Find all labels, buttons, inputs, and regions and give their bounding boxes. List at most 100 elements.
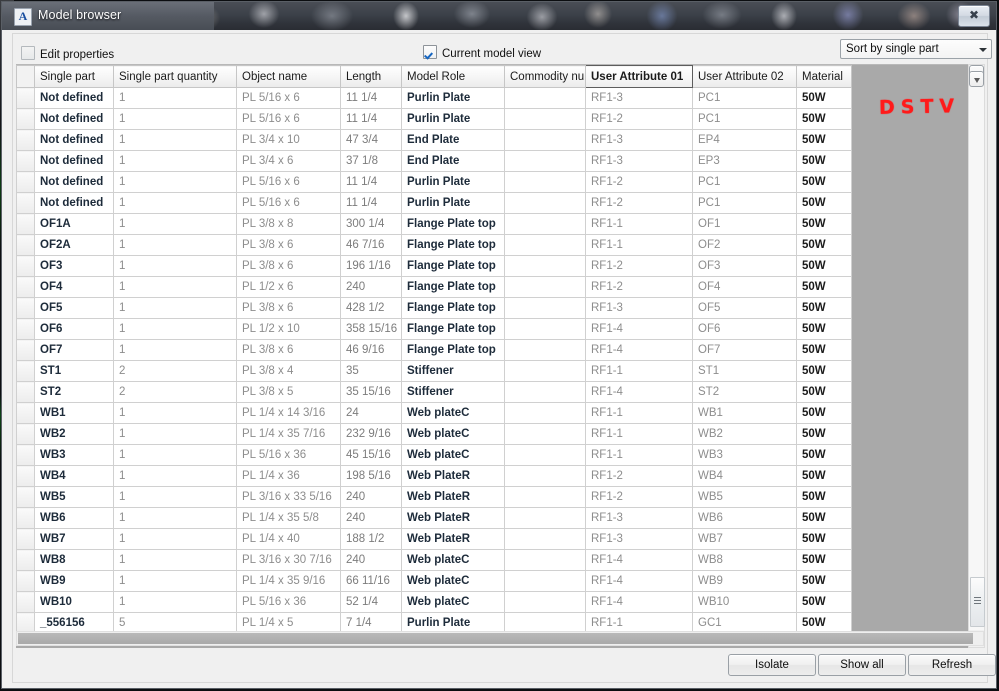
column-header-object-name[interactable]: Object name xyxy=(236,65,341,88)
row-selector-cell[interactable] xyxy=(16,318,35,340)
row-selector-cell[interactable] xyxy=(16,360,35,382)
column-header-single-part[interactable]: Single part xyxy=(34,65,114,88)
cell-object-name: PL 3/8 x 8 xyxy=(236,213,341,235)
table-row[interactable]: WB8 1 PL 3/16 x 30 7/16 240 Web plateC RF1-4 W… xyxy=(16,549,852,571)
cell-material: 50W xyxy=(796,360,852,382)
row-selector-cell[interactable] xyxy=(16,444,35,466)
table-row[interactable]: WB4 1 PL 1/4 x 36 198 5/16 Web PlateR RF1-2 WB… xyxy=(16,465,852,487)
vertical-scrollbar-track[interactable] xyxy=(969,82,984,630)
cell-object-name: PL 3/8 x 6 xyxy=(236,234,341,256)
row-selector-cell[interactable] xyxy=(16,297,35,319)
table-row[interactable]: WB10 1 PL 5/16 x 36 52 1/4 Web plateC RF1-4 WB… xyxy=(16,591,852,613)
cell-commodity-nu xyxy=(504,213,586,235)
column-header-model-role[interactable]: Model Role xyxy=(401,65,505,88)
row-selector-cell[interactable] xyxy=(16,150,35,172)
row-selector-cell[interactable] xyxy=(16,255,35,277)
row-selector-cell[interactable] xyxy=(16,423,35,445)
column-header-single-part-quantity[interactable]: Single part quantity xyxy=(113,65,237,88)
row-selector-cell[interactable] xyxy=(16,570,35,592)
cell-user-attribute-02: ST1 xyxy=(692,360,797,382)
row-selector-cell[interactable] xyxy=(16,465,35,487)
table-row[interactable]: OF6 1 PL 1/2 x 10 358 15/16 Flange Plate top… xyxy=(16,318,852,340)
table-row[interactable]: Not defined 1 PL 5/16 x 6 11 1/4 Purlin Plat… xyxy=(16,192,852,214)
row-selector-cell[interactable] xyxy=(16,507,35,529)
row-selector-cell[interactable] xyxy=(16,171,35,193)
table-row[interactable]: Not defined 1 PL 5/16 x 6 11 1/4 Purlin Plat… xyxy=(16,87,852,109)
column-header-length[interactable]: Length xyxy=(340,65,402,88)
title-bar[interactable]: A Model browser ✖ xyxy=(2,2,996,30)
cell-object-name: PL 5/16 x 6 xyxy=(236,192,341,214)
row-selector-cell[interactable] xyxy=(16,339,35,361)
row-selector-cell[interactable] xyxy=(16,129,35,151)
column-header-select[interactable] xyxy=(16,65,35,88)
table-row[interactable]: Not defined 1 PL 3/4 x 10 47 3/4 End Plate RF… xyxy=(16,129,852,151)
row-selector-cell[interactable] xyxy=(16,108,35,130)
table-row[interactable]: WB6 1 PL 1/4 x 35 5/8 240 Web PlateR RF1-3 WB6… xyxy=(16,507,852,529)
cell-single-part: WB6 xyxy=(34,507,114,529)
edit-properties-checkbox[interactable]: Edit properties xyxy=(21,46,114,61)
cell-model-role: End Plate xyxy=(401,129,505,151)
table-row[interactable]: Not defined 1 PL 5/16 x 6 11 1/4 Purlin Plat… xyxy=(16,171,852,193)
parts-grid-container[interactable]: Single part Single part quantity Object … xyxy=(16,64,984,648)
column-header-commodity-nu[interactable]: Commodity nu xyxy=(504,65,586,88)
table-row[interactable]: OF2A 1 PL 3/8 x 6 46 7/16 Flange Plate top RF… xyxy=(16,234,852,256)
row-selector-cell[interactable] xyxy=(16,486,35,508)
table-row[interactable]: OF1A 1 PL 3/8 x 8 300 1/4 Flange Plate top RF… xyxy=(16,213,852,235)
table-row[interactable]: OF7 1 PL 3/8 x 6 46 9/16 Flange Plate top RF1… xyxy=(16,339,852,361)
cell-length: 45 15/16 xyxy=(340,444,402,466)
row-selector-cell[interactable] xyxy=(16,381,35,403)
column-header-user-attribute-02[interactable]: User Attribute 02 xyxy=(692,65,797,88)
row-selector-cell[interactable] xyxy=(16,213,35,235)
scroll-down-icon[interactable] xyxy=(969,71,984,87)
row-selector-cell[interactable] xyxy=(16,402,35,424)
column-header-user-attribute-01[interactable]: User Attribute 01 xyxy=(585,65,693,88)
current-model-view-checkbox[interactable]: Current model view xyxy=(423,45,541,60)
show-all-button[interactable]: Show all xyxy=(818,654,906,676)
close-icon[interactable]: ✖ xyxy=(958,5,990,27)
cell-material: 50W xyxy=(796,528,852,550)
table-row[interactable]: WB1 1 PL 1/4 x 14 3/16 24 Web plateC RF1-1 WB1… xyxy=(16,402,852,424)
row-selector-cell[interactable] xyxy=(16,192,35,214)
table-row[interactable]: WB9 1 PL 1/4 x 35 9/16 66 11/16 Web plateC RF… xyxy=(16,570,852,592)
cell-user-attribute-02: WB10 xyxy=(692,591,797,613)
cell-user-attribute-02: WB2 xyxy=(692,423,797,445)
table-row[interactable]: Not defined 1 PL 3/4 x 6 37 1/8 End Plate RF1… xyxy=(16,150,852,172)
cell-material: 50W xyxy=(796,591,852,613)
table-row[interactable]: WB2 1 PL 1/4 x 35 7/16 232 9/16 Web plateC RF… xyxy=(16,423,852,445)
vertical-scrollbar-thumb[interactable] xyxy=(970,577,985,627)
cell-user-attribute-01: RF1-3 xyxy=(585,507,693,529)
row-selector-cell[interactable] xyxy=(16,276,35,298)
horizontal-scrollbar-thumb[interactable] xyxy=(18,633,973,644)
cell-user-attribute-01: RF1-1 xyxy=(585,444,693,466)
row-selector-cell[interactable] xyxy=(16,87,35,109)
table-row[interactable]: ST1 2 PL 3/8 x 4 35 Stiffener RF1-1 ST1 50W xyxy=(16,360,852,382)
horizontal-scrollbar[interactable] xyxy=(16,631,984,646)
cell-single-part-quantity: 1 xyxy=(113,318,237,340)
sort-dropdown[interactable]: Sort by single part xyxy=(840,39,992,59)
column-header-material[interactable]: Material xyxy=(796,65,852,88)
table-row[interactable]: WB5 1 PL 3/16 x 33 5/16 240 Web PlateR RF1-2 W… xyxy=(16,486,852,508)
isolate-button[interactable]: Isolate xyxy=(728,654,816,676)
cell-object-name: PL 3/4 x 10 xyxy=(236,129,341,151)
cell-commodity-nu xyxy=(504,255,586,277)
row-selector-cell[interactable] xyxy=(16,234,35,256)
table-row[interactable]: OF5 1 PL 3/8 x 6 428 1/2 Flange Plate top RF1… xyxy=(16,297,852,319)
row-selector-cell[interactable] xyxy=(16,549,35,571)
table-row[interactable]: OF4 1 PL 1/2 x 6 240 Flange Plate top RF1-2 OF… xyxy=(16,276,852,298)
table-row[interactable]: WB7 1 PL 1/4 x 40 188 1/2 Web PlateR RF1-3 WB7… xyxy=(16,528,852,550)
row-selector-cell[interactable] xyxy=(16,528,35,550)
table-row[interactable]: ST2 2 PL 3/8 x 5 35 15/16 Stiffener RF1-4 ST2 5… xyxy=(16,381,852,403)
table-row[interactable]: WB3 1 PL 5/16 x 36 45 15/16 Web plateC RF1-1 W… xyxy=(16,444,852,466)
refresh-button[interactable]: Refresh xyxy=(908,654,996,676)
row-selector-cell[interactable] xyxy=(16,591,35,613)
cell-material: 50W xyxy=(796,150,852,172)
cell-user-attribute-02: WB6 xyxy=(692,507,797,529)
table-row[interactable]: OF3 1 PL 3/8 x 6 196 1/16 Flange Plate top RF… xyxy=(16,255,852,277)
cell-single-part: WB1 xyxy=(34,402,114,424)
cell-model-role: Web plateC xyxy=(401,423,505,445)
table-row[interactable]: Not defined 1 PL 5/16 x 6 11 1/4 Purlin Plat… xyxy=(16,108,852,130)
cell-commodity-nu xyxy=(504,486,586,508)
cell-material: 50W xyxy=(796,171,852,193)
cell-length: 11 1/4 xyxy=(340,108,402,130)
vertical-scrollbar[interactable] xyxy=(968,64,985,648)
